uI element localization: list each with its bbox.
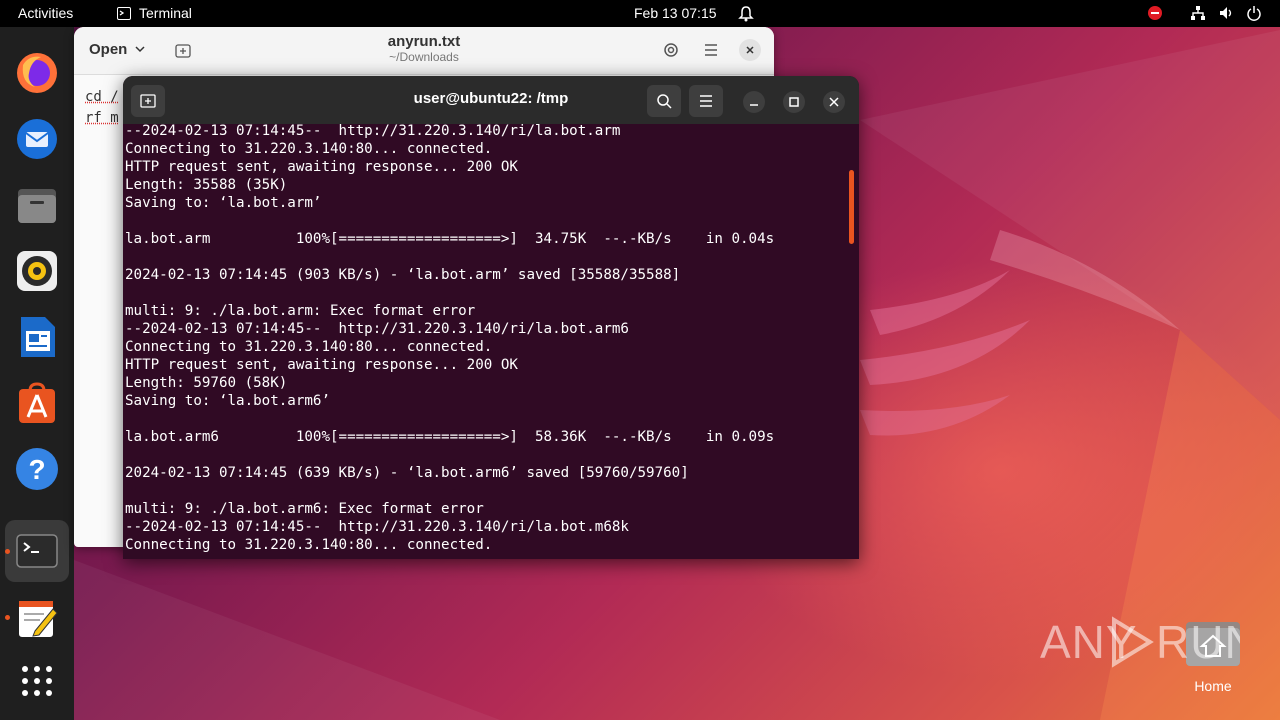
editor-line: cd / <box>85 89 119 105</box>
anyrun-watermark-logo: ANY RUN <box>1040 612 1258 672</box>
hamburger-menu-icon[interactable] <box>704 43 718 62</box>
editor-content[interactable]: cd / rf m <box>85 87 119 129</box>
maximize-icon <box>789 97 799 107</box>
terminal-line: Saving to: ‘la.bot.arm’ <box>125 195 322 211</box>
terminal-line: --2024-02-13 07:14:45-- http://31.220.3.… <box>125 123 621 139</box>
svg-text:RUN: RUN <box>1156 616 1240 668</box>
terminal-line: Length: 35588 (35K) <box>125 177 288 193</box>
terminal-line: Connecting to 31.220.3.140:80... connect… <box>125 141 493 157</box>
libreoffice-writer-icon[interactable] <box>13 313 61 361</box>
firefox-icon[interactable] <box>13 49 61 97</box>
close-icon[interactable] <box>739 39 761 61</box>
new-tab-icon <box>140 94 156 108</box>
show-apps-icon[interactable] <box>13 657 61 705</box>
terminal-line: HTTP request sent, awaiting response... … <box>125 357 518 373</box>
files-icon[interactable] <box>13 181 61 229</box>
svg-text:?: ? <box>28 454 45 485</box>
power-icon[interactable] <box>1246 0 1262 27</box>
minimize-icon <box>750 104 758 106</box>
new-tab-button[interactable] <box>131 85 165 117</box>
hamburger-menu-icon <box>700 95 712 107</box>
home-label: Home <box>1194 678 1232 694</box>
terminal-header-bar: user@ubuntu22: /tmp <box>123 76 859 124</box>
terminal-line: Length: 59760 (58K) <box>125 375 288 391</box>
network-icon[interactable] <box>1190 0 1206 27</box>
volume-icon[interactable] <box>1218 0 1234 27</box>
notification-bell-icon[interactable] <box>738 0 754 27</box>
close-icon <box>829 97 839 107</box>
terminal-line: --2024-02-13 07:14:45-- http://31.220.3.… <box>125 519 629 535</box>
top-bar: Activities Terminal Feb 13 07:15 <box>0 0 1280 27</box>
terminal-line: Connecting to 31.220.3.140:80... connect… <box>125 537 493 553</box>
terminal-line: 2024-02-13 07:14:45 (639 KB/s) - ‘la.bot… <box>125 465 689 481</box>
editor-title-block: anyrun.txt ~/Downloads <box>324 33 524 64</box>
desktop: Activities Terminal Feb 13 07:15 ? Open … <box>0 0 1280 720</box>
running-indicator <box>5 549 10 554</box>
terminal-line: Saving to: ‘la.bot.arm6’ <box>125 393 330 409</box>
menu-button[interactable] <box>689 85 723 117</box>
activities-button[interactable]: Activities <box>18 0 73 27</box>
editor-header-bar: Open anyrun.txt ~/Downloads <box>74 27 774 75</box>
search-icon <box>657 94 672 109</box>
dock: ? <box>0 27 74 720</box>
document-title: anyrun.txt <box>387 33 461 50</box>
editor-line: rf m <box>85 110 119 126</box>
settings-gear-icon[interactable] <box>662 41 680 64</box>
terminal-title: user@ubuntu22: /tmp <box>413 90 569 107</box>
terminal-scrollbar[interactable] <box>849 170 854 244</box>
open-button[interactable]: Open <box>89 41 146 58</box>
search-button[interactable] <box>647 85 681 117</box>
new-tab-icon[interactable] <box>174 41 192 64</box>
app-menu[interactable]: Terminal <box>139 0 192 27</box>
running-indicator <box>5 615 10 620</box>
clock[interactable]: Feb 13 07:15 <box>634 0 717 27</box>
do-not-disturb-icon[interactable] <box>1147 0 1163 27</box>
terminal-line: la.bot.arm6 100%[===================>] 5… <box>125 429 775 445</box>
terminal-icon[interactable] <box>13 527 61 575</box>
rhythmbox-icon[interactable] <box>13 247 61 295</box>
minimize-button[interactable] <box>743 91 765 113</box>
terminal-line: --2024-02-13 07:14:45-- http://31.220.3.… <box>125 321 629 337</box>
terminal-line: multi: 9: ./la.bot.arm: Exec format erro… <box>125 303 476 319</box>
document-path: ~/Downloads <box>389 50 459 64</box>
help-icon[interactable]: ? <box>13 445 61 493</box>
terminal-window: user@ubuntu22: /tmp --2024-02-13 07:14:4… <box>123 76 859 559</box>
terminal-output[interactable]: --2024-02-13 07:14:45-- http://31.220.3.… <box>125 122 843 559</box>
text-editor-icon[interactable] <box>13 593 61 641</box>
terminal-line: 2024-02-13 07:14:45 (903 KB/s) - ‘la.bot… <box>125 267 681 283</box>
terminal-line: la.bot.arm 100%[===================>] 34… <box>125 231 775 247</box>
terminal-line: Connecting to 31.220.3.140:80... connect… <box>125 339 493 355</box>
terminal-line: multi: 9: ./la.bot.arm6: Exec format err… <box>125 501 484 517</box>
app-center-icon[interactable] <box>13 379 61 427</box>
maximize-button[interactable] <box>783 91 805 113</box>
open-button-label: Open <box>89 41 128 58</box>
close-button[interactable] <box>823 91 845 113</box>
thunderbird-icon[interactable] <box>13 115 61 163</box>
terminal-line: HTTP request sent, awaiting response... … <box>125 159 518 175</box>
chevron-down-icon <box>134 46 145 53</box>
terminal-app-icon <box>117 7 131 20</box>
